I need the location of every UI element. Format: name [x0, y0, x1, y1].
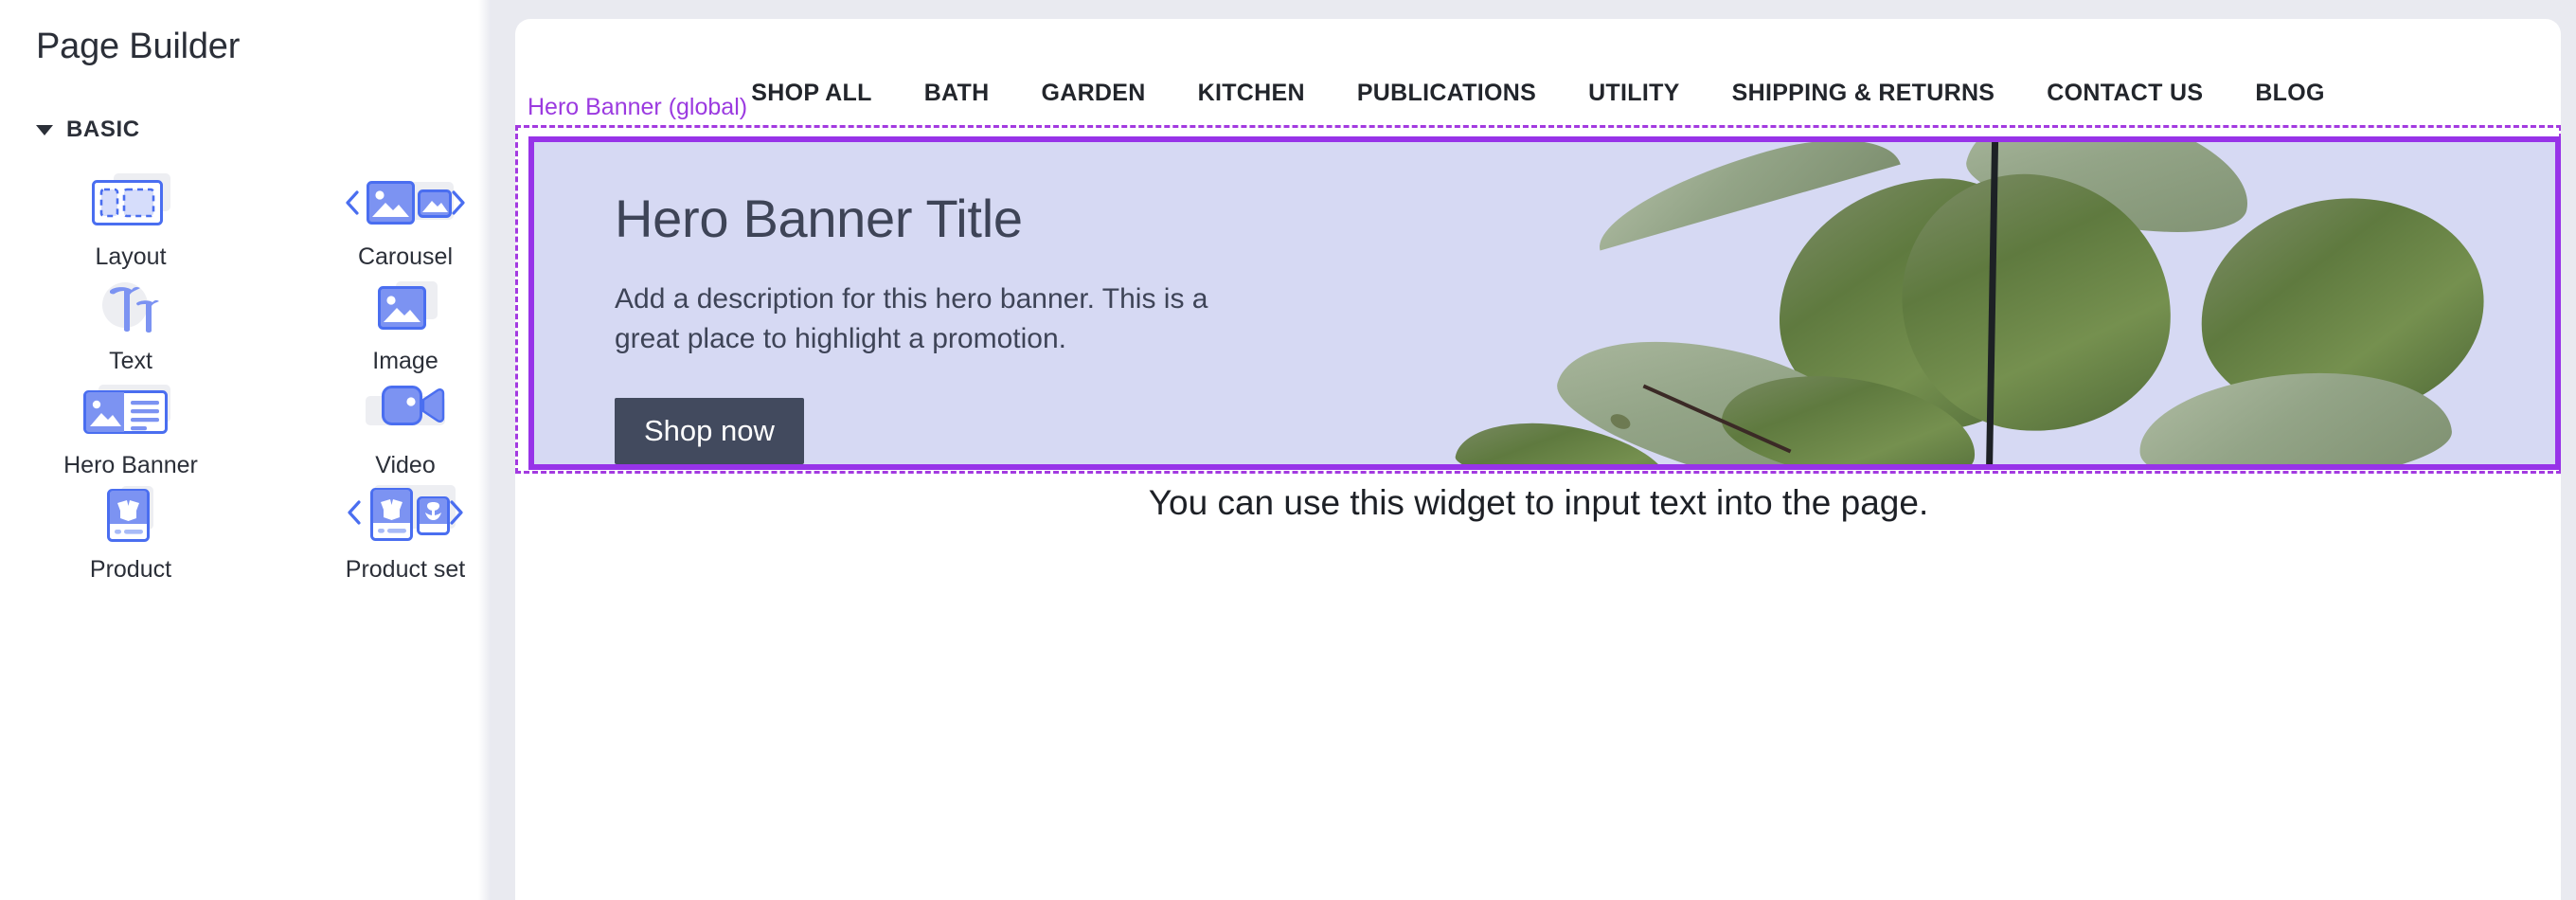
shop-now-button[interactable]: Shop now	[615, 397, 804, 464]
nav-link-contact-us[interactable]: CONTACT US	[2047, 80, 2203, 107]
widget-item-hero-banner[interactable]: Hero Banner	[0, 380, 268, 484]
nav-link-shop-all[interactable]: SHOP ALL	[751, 80, 871, 107]
hero-title[interactable]: Hero Banner Title	[615, 190, 1221, 247]
widget-label: Text	[109, 348, 152, 374]
preview-pane: SHOP ALL BATH GARDEN KITCHEN PUBLICATION…	[501, 0, 2576, 900]
nav-link-blog[interactable]: BLOG	[2255, 80, 2324, 107]
nav-link-publications[interactable]: PUBLICATIONS	[1357, 80, 1536, 107]
widget-item-text[interactable]: Text	[0, 276, 268, 380]
hero-banner-body: Hero Banner Title Add a description for …	[534, 142, 2555, 464]
text-widget[interactable]: You can use this widget to input text in…	[515, 483, 2561, 523]
selected-widget-tag: Hero Banner (global)	[528, 94, 748, 120]
sidebar-divider	[478, 0, 501, 900]
page-title: Page Builder	[36, 27, 241, 66]
text-icon	[81, 276, 180, 338]
video-icon	[349, 380, 461, 442]
image-icon	[356, 276, 455, 338]
widget-label: Hero Banner	[63, 452, 198, 478]
chevron-down-icon[interactable]	[36, 124, 53, 135]
widget-grid: Layout Carousel Text Image Hero Banner V…	[0, 143, 501, 588]
product-icon	[81, 484, 180, 547]
hero-banner-icon	[74, 380, 188, 442]
nav-link-garden[interactable]: GARDEN	[1041, 80, 1145, 107]
preview-canvas: SHOP ALL BATH GARDEN KITCHEN PUBLICATION…	[515, 19, 2561, 900]
product-set-icon	[338, 484, 473, 547]
text-widget-content[interactable]: You can use this widget to input text in…	[515, 483, 2561, 523]
hero-banner-selection-outline[interactable]: Hero Banner (global) Hero Banner Title A…	[515, 94, 2561, 474]
widget-label: Product set	[345, 556, 466, 583]
hero-text-block: Hero Banner Title Add a description for …	[615, 190, 1221, 464]
storefront-nav: SHOP ALL BATH GARDEN KITCHEN PUBLICATION…	[515, 80, 2561, 107]
nav-link-kitchen[interactable]: KITCHEN	[1198, 80, 1305, 107]
hero-description[interactable]: Add a description for this hero banner. …	[615, 279, 1221, 360]
widget-label: Image	[372, 348, 438, 374]
plant-leaves-photo	[1400, 142, 2555, 464]
layout-icon	[81, 171, 180, 234]
widget-label: Video	[375, 452, 436, 478]
hero-banner-widget[interactable]: Hero Banner Title Add a description for …	[528, 136, 2561, 470]
nav-link-bath[interactable]: BATH	[924, 80, 990, 107]
carousel-icon	[338, 171, 473, 234]
section-label: BASIC	[66, 117, 140, 142]
nav-link-utility[interactable]: UTILITY	[1588, 80, 1680, 107]
widget-label: Layout	[95, 243, 167, 270]
widget-label: Product	[89, 556, 172, 583]
widget-item-layout[interactable]: Layout	[0, 171, 268, 276]
widget-item-product[interactable]: Product	[0, 484, 268, 588]
section-header-basic[interactable]: BASIC	[0, 67, 501, 143]
nav-link-shipping-returns[interactable]: SHIPPING & RETURNS	[1732, 80, 1995, 107]
widget-sidebar: Page Builder BASIC Layout Carousel Text …	[0, 0, 501, 900]
page-builder-app: Page Builder BASIC Layout Carousel Text …	[0, 0, 2576, 900]
widget-label: Carousel	[357, 243, 454, 270]
